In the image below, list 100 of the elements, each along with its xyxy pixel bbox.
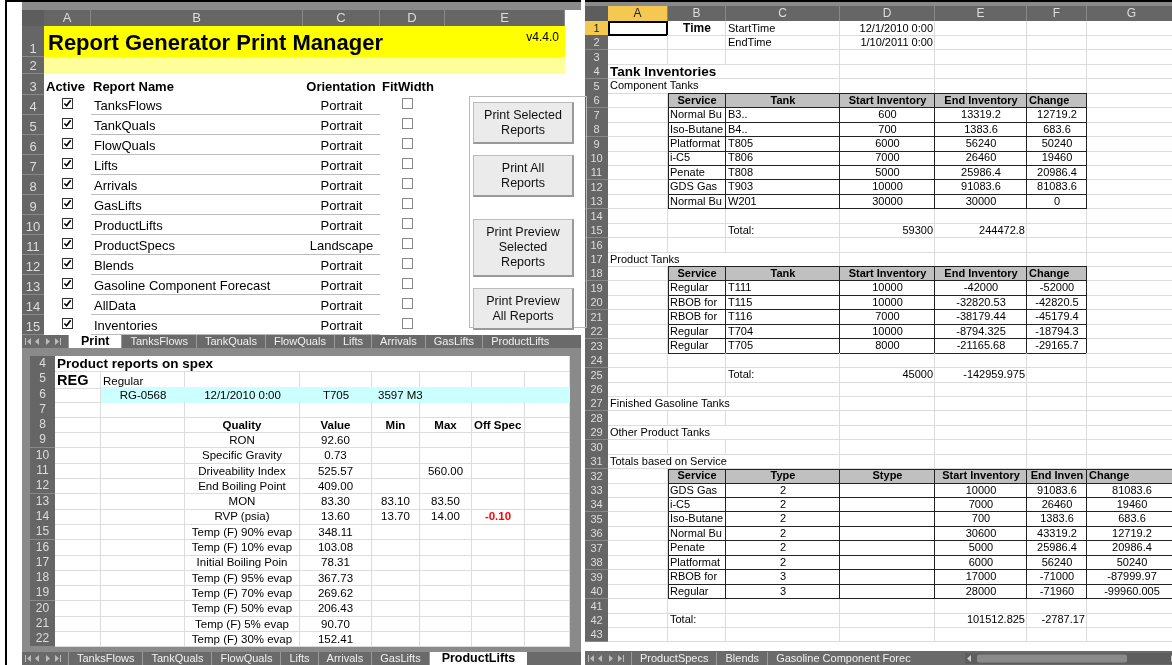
row-number[interactable]: 6 — [585, 93, 608, 109]
checkbox[interactable] — [62, 198, 73, 210]
checkbox[interactable] — [62, 278, 73, 290]
checkbox[interactable] — [62, 258, 73, 270]
checkbox[interactable] — [62, 238, 73, 250]
column-header[interactable]: G — [1087, 6, 1172, 21]
column-header[interactable]: A — [608, 6, 668, 21]
horizontal-scrollbar[interactable] — [965, 652, 1172, 664]
row-number[interactable]: 2 — [585, 35, 608, 51]
row-number[interactable]: 11 — [30, 463, 55, 480]
row-number[interactable]: 19 — [30, 585, 55, 602]
sheet-tab[interactable]: FlowQuals — [211, 652, 281, 665]
row-number[interactable]: 29 — [585, 425, 608, 441]
row-number[interactable]: 31 — [585, 454, 608, 470]
checkbox[interactable] — [62, 178, 73, 190]
row-number[interactable]: 13 — [22, 275, 44, 296]
row-number[interactable]: 15 — [30, 524, 55, 541]
column-header[interactable]: B — [91, 10, 303, 26]
checkbox[interactable] — [402, 138, 413, 150]
row-number[interactable]: 4 — [22, 95, 44, 116]
print-button[interactable]: Print Selected Reports — [473, 102, 574, 144]
row-number[interactable]: 12 — [30, 478, 55, 495]
row-number[interactable]: 22 — [585, 324, 608, 340]
sheet-navigation-icon[interactable] — [587, 653, 627, 663]
checkbox[interactable] — [402, 178, 413, 190]
row-number[interactable]: 22 — [30, 631, 55, 648]
sheet-tab[interactable]: TankQuals — [142, 652, 212, 665]
column-header[interactable]: F — [1027, 6, 1087, 21]
row-number[interactable]: 20 — [585, 295, 608, 311]
row-number[interactable]: 34 — [585, 497, 608, 513]
column-header[interactable]: D — [380, 10, 445, 26]
checkbox[interactable] — [402, 258, 413, 270]
row-number[interactable]: 43 — [585, 627, 608, 643]
sheet-tab[interactable]: Blends — [716, 651, 768, 665]
row-number[interactable]: 10 — [22, 215, 44, 236]
print-button[interactable]: Print All Reports — [473, 155, 574, 197]
row-number[interactable]: 36 — [585, 526, 608, 542]
sheet-tab[interactable]: Gasoline Component Forec — [767, 651, 919, 665]
sheet-navigation-icon[interactable] — [24, 654, 64, 663]
row-number[interactable]: 15 — [22, 315, 44, 336]
checkbox[interactable] — [62, 118, 73, 130]
row-number[interactable]: 9 — [30, 432, 55, 449]
checkbox[interactable] — [402, 158, 413, 170]
checkbox[interactable] — [62, 318, 73, 330]
row-number[interactable]: 3 — [22, 73, 44, 96]
row-number[interactable]: 9 — [22, 195, 44, 216]
row-number[interactable]: 12 — [22, 255, 44, 276]
quality-name: Temp (F) 30% evap — [185, 631, 300, 648]
sheet-tab[interactable]: Lifts — [280, 652, 318, 665]
sheet-tab[interactable]: ProductLifts — [428, 652, 528, 665]
sheet-navigation-icon[interactable] — [24, 337, 64, 347]
column-header[interactable]: B — [668, 6, 726, 21]
column-header[interactable]: E — [935, 6, 1027, 21]
checkbox[interactable] — [402, 118, 413, 130]
row-number[interactable]: 11 — [22, 235, 44, 256]
checkbox[interactable] — [62, 98, 73, 110]
checkbox[interactable] — [402, 298, 413, 310]
row-number[interactable]: 11 — [585, 165, 608, 181]
sheet-tab[interactable]: Print — [68, 335, 122, 348]
column-header[interactable]: E — [445, 10, 565, 26]
print-button[interactable]: Print Preview All Reports — [473, 288, 574, 330]
row-number[interactable]: 4 — [30, 356, 55, 372]
column-header[interactable]: D — [840, 6, 935, 21]
row-number[interactable]: 27 — [585, 396, 608, 412]
checkbox[interactable] — [62, 218, 73, 230]
row-number[interactable]: 38 — [585, 555, 608, 571]
checkbox[interactable] — [402, 318, 413, 330]
row-number[interactable]: 18 — [30, 570, 55, 587]
print-button[interactable]: Print Preview Selected Reports — [473, 219, 574, 277]
row-number[interactable]: 14 — [22, 295, 44, 316]
row-number[interactable]: 1 — [22, 26, 44, 57]
quality-name: MON — [185, 493, 300, 510]
checkbox[interactable] — [402, 238, 413, 250]
sheet-tab[interactable]: GasLifts — [371, 652, 429, 665]
checkbox[interactable] — [402, 278, 413, 290]
row-number[interactable]: 13 — [585, 194, 608, 210]
sheet-tab[interactable]: ProductSpecs — [631, 651, 717, 665]
sheet-tab[interactable]: TanksFlows — [68, 652, 143, 665]
row-number[interactable]: 40 — [585, 584, 608, 600]
row-number[interactable]: 7 — [22, 155, 44, 176]
sheet-tab[interactable]: Arrivals — [317, 652, 372, 665]
checkbox[interactable] — [62, 158, 73, 170]
checkbox[interactable] — [402, 218, 413, 230]
row-number[interactable]: 4 — [585, 64, 608, 80]
row-number[interactable]: 15 — [585, 223, 608, 239]
checkbox[interactable] — [402, 98, 413, 110]
row-number[interactable]: 8 — [22, 175, 44, 196]
row-number[interactable]: 8 — [30, 417, 55, 434]
row-number[interactable]: 24 — [585, 353, 608, 369]
row-number[interactable]: 21 — [30, 616, 55, 633]
column-header[interactable]: C — [726, 6, 840, 21]
column-header[interactable]: C — [303, 10, 380, 26]
checkbox[interactable] — [402, 198, 413, 210]
row-number[interactable]: 18 — [585, 266, 608, 282]
checkbox[interactable] — [62, 138, 73, 150]
column-header[interactable]: A — [44, 10, 91, 26]
row-number[interactable]: 8 — [585, 122, 608, 138]
checkbox[interactable] — [62, 298, 73, 310]
row-number[interactable]: 5 — [22, 115, 44, 136]
row-number[interactable]: 6 — [22, 135, 44, 156]
